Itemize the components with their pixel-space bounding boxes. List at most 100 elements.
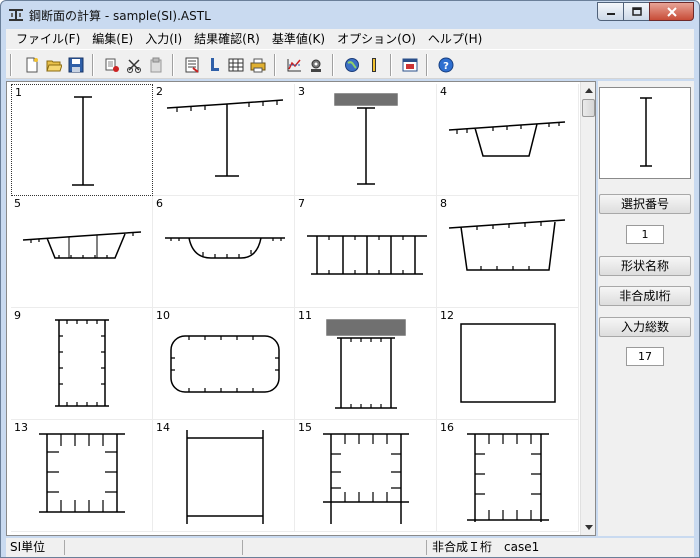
menu-input[interactable]: 入力(I) <box>139 29 188 49</box>
stiffened-box-diagram <box>39 433 125 513</box>
help-button[interactable]: ? <box>436 55 456 75</box>
save-disk-icon <box>68 57 84 73</box>
shape-cell-1[interactable]: 1 <box>11 84 153 196</box>
plain-box-diagram <box>460 323 556 403</box>
status-divider <box>64 540 65 555</box>
settings-icon <box>311 59 321 72</box>
help-icon: ? <box>438 57 454 73</box>
window-icon <box>402 58 418 72</box>
curved-box-girder-diagram <box>165 237 285 259</box>
settings-button[interactable] <box>306 55 326 75</box>
copy-button[interactable] <box>124 55 144 75</box>
window-title: 鋼断面の計算 - sample(SI).ASTL <box>29 9 211 23</box>
scroll-down-button[interactable] <box>581 519 595 535</box>
graph-icon <box>287 59 301 72</box>
menu-file[interactable]: ファイル(F) <box>10 29 86 49</box>
shape-name-button[interactable]: 形状名称 <box>599 256 691 276</box>
flanged-box-diagram <box>186 430 264 524</box>
maximize-button[interactable] <box>623 2 650 21</box>
shape-cell-3[interactable]: 3 <box>295 84 437 196</box>
status-divider <box>426 540 427 555</box>
window-button[interactable] <box>400 55 420 75</box>
scroll-thumb[interactable] <box>582 99 595 117</box>
status-mode: 非合成Ｉ桁 <box>432 540 493 554</box>
closed-box-diagram <box>55 319 109 407</box>
open-folder-icon <box>46 60 62 72</box>
minimize-icon <box>606 12 615 15</box>
side-panel: 選択番号 1 形状名称 非合成I桁 入力総数 17 <box>598 81 694 536</box>
toolbar-separator <box>274 54 276 76</box>
calculate-button[interactable] <box>182 55 202 75</box>
paste-icon <box>150 57 162 73</box>
menu-options[interactable]: オプション(O) <box>331 29 422 49</box>
shape-cell-14[interactable]: 14 <box>153 420 295 532</box>
menu-results[interactable]: 結果確認(R) <box>188 29 266 49</box>
ribbed-box-diagram <box>323 433 409 524</box>
shape-name-value: 非合成I桁 <box>599 286 691 306</box>
globe-icon <box>345 58 359 72</box>
bar-button[interactable] <box>364 55 384 75</box>
i-girder-preview-diagram <box>640 97 652 167</box>
open-folder-button[interactable] <box>44 55 64 75</box>
box-girder-deck-diagram <box>448 121 566 157</box>
shape-cell-4[interactable]: 4 <box>437 84 579 196</box>
shape-cell-7[interactable]: 7 <box>295 196 437 308</box>
double-stiffened-box-diagram <box>467 433 549 522</box>
multi-web-girder-diagram <box>307 235 427 275</box>
toolbar-separator <box>390 54 392 76</box>
minimize-button[interactable] <box>597 2 624 21</box>
app-icon <box>9 9 23 21</box>
close-icon <box>666 6 677 17</box>
table-button[interactable] <box>226 55 246 75</box>
save-button[interactable] <box>66 55 86 75</box>
new-file-button[interactable] <box>22 55 42 75</box>
cut-icon <box>105 58 119 72</box>
toolbar-separator <box>426 54 428 76</box>
close-button[interactable] <box>649 2 694 21</box>
rounded-box-diagram <box>170 335 280 393</box>
menu-edit[interactable]: 編集(E) <box>86 29 139 49</box>
wide-box-girder-diagram <box>22 231 142 259</box>
shape-cell-11[interactable]: 11 <box>295 308 437 420</box>
shape-cell-2[interactable]: 2 <box>153 84 295 196</box>
table-icon <box>228 58 244 72</box>
menu-help[interactable]: ヘルプ(H) <box>422 29 488 49</box>
selection-number-button[interactable]: 選択番号 <box>599 194 691 214</box>
arrow-up-icon <box>584 87 593 93</box>
scroll-up-button[interactable] <box>581 82 595 98</box>
vertical-scrollbar[interactable] <box>580 82 595 535</box>
shape-cell-6[interactable]: 6 <box>153 196 295 308</box>
section-shape-icon <box>211 58 219 71</box>
shape-cell-10[interactable]: 10 <box>153 308 295 420</box>
cut-button[interactable] <box>102 55 122 75</box>
paste-button[interactable] <box>146 55 166 75</box>
toolbar-separator <box>172 54 174 76</box>
globe-button[interactable] <box>342 55 362 75</box>
shape-cell-15[interactable]: 15 <box>295 420 437 532</box>
menu-standards[interactable]: 基準値(K) <box>266 29 331 49</box>
status-units: SI単位 <box>10 540 46 554</box>
shape-cell-9[interactable]: 9 <box>11 308 153 420</box>
bar-icon <box>372 58 376 72</box>
calculator-icon <box>185 57 199 73</box>
menu-bar: ファイル(F) 編集(E) 入力(I) 結果確認(R) 基準値(K) オプション… <box>6 29 694 49</box>
shape-cell-12[interactable]: 12 <box>437 308 579 420</box>
selection-number-value: 1 <box>626 225 664 244</box>
app-window: 鋼断面の計算 - sample(SI).ASTL ファイル(F) 編集(E) 入… <box>0 0 700 558</box>
shape-cell-16[interactable]: 16 <box>437 420 579 532</box>
shape-cell-13[interactable]: 13 <box>11 420 153 532</box>
status-case: case1 <box>504 540 540 554</box>
section-shape-button[interactable] <box>204 55 224 75</box>
title-bar[interactable]: 鋼断面の計算 - sample(SI).ASTL <box>1 1 699 29</box>
trapezoid-box-girder-diagram <box>448 219 566 271</box>
svg-text:?: ? <box>443 61 449 72</box>
shape-preview <box>599 87 691 179</box>
toolbar-separator <box>10 54 12 76</box>
graph-button[interactable] <box>284 55 304 75</box>
maximize-icon <box>631 7 642 16</box>
total-inputs-button[interactable]: 入力総数 <box>599 317 691 337</box>
print-button[interactable] <box>248 55 268 75</box>
shape-cell-8[interactable]: 8 <box>437 196 579 308</box>
new-file-icon <box>26 57 38 73</box>
shape-cell-5[interactable]: 5 <box>11 196 153 308</box>
